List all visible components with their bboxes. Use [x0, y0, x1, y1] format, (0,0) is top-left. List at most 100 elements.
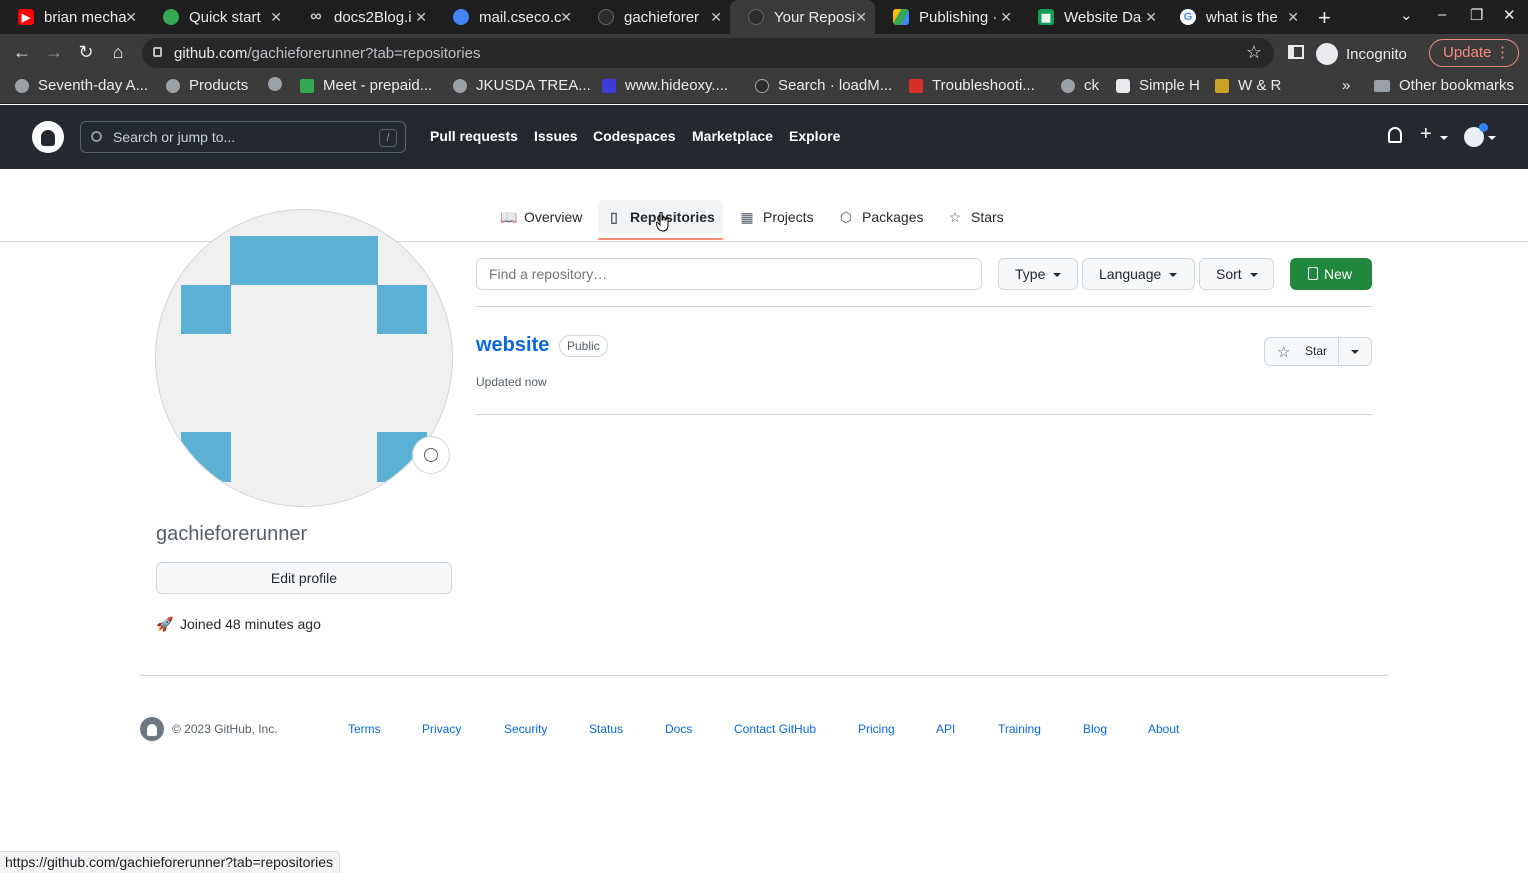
footer-link-security[interactable]: Security [504, 722, 547, 736]
search-placeholder: Search or jump to... [113, 129, 236, 145]
star-button[interactable]: ☆ Star [1264, 337, 1372, 366]
tab-packages[interactable]: ⬡ Packages [830, 200, 931, 234]
set-status-button[interactable] [412, 436, 450, 474]
new-tab-icon[interactable]: + [1318, 5, 1331, 31]
globe-icon [15, 78, 29, 93]
nav-marketplace[interactable]: Marketplace [692, 128, 773, 144]
bookmark-item[interactable]: www.hideoxy.... [602, 77, 728, 94]
chevron-down-icon [1053, 273, 1062, 278]
bookmark-item[interactable]: Meet - prepaid... [300, 77, 432, 94]
repo-icon: ▯ [610, 209, 618, 225]
github-logo-icon[interactable] [140, 717, 164, 741]
footer-link-blog[interactable]: Blog [1083, 722, 1107, 736]
bookmark-item[interactable]: Seventh-day A... [15, 77, 148, 94]
footer-link-about[interactable]: About [1148, 722, 1179, 736]
browser-tab[interactable]: G what is the ✕ [1162, 0, 1307, 34]
joined-info: 🚀 Joined 48 minutes ago [156, 616, 321, 632]
type-label: Type [1015, 266, 1046, 282]
home-icon[interactable]: ⌂ [107, 42, 129, 63]
close-icon[interactable]: ✕ [855, 9, 867, 26]
bell-icon[interactable] [1388, 127, 1402, 143]
lock-icon[interactable] [153, 47, 162, 57]
repository-link[interactable]: website [476, 334, 549, 357]
footer-link-api[interactable]: API [936, 722, 955, 736]
browser-tab[interactable]: gachieforer ✕ [580, 0, 730, 34]
back-icon[interactable]: ← [11, 42, 33, 63]
reload-icon[interactable]: ↻ [75, 42, 97, 63]
close-icon[interactable]: ✕ [710, 9, 722, 26]
footer-link-pricing[interactable]: Pricing [858, 722, 895, 736]
search-input[interactable]: Search or jump to... / [80, 121, 406, 153]
close-icon[interactable]: ✕ [560, 9, 572, 26]
edit-profile-button[interactable]: Edit profile [156, 562, 452, 594]
footer-link-docs[interactable]: Docs [665, 722, 692, 736]
footer-link-contact[interactable]: Contact GitHub [734, 722, 816, 736]
tab-stars[interactable]: ☆ Stars [939, 200, 1012, 234]
language-filter-button[interactable]: Language [1082, 258, 1195, 290]
browser-tab[interactable]: ∞ docs2Blog.i ✕ [290, 0, 435, 34]
chevron-down-icon [1249, 273, 1258, 278]
nav-codespaces[interactable]: Codespaces [593, 128, 675, 144]
browser-tab[interactable]: ▦ Website Da ✕ [1020, 0, 1165, 34]
window-close-icon[interactable]: ✕ [1503, 6, 1516, 24]
close-icon[interactable]: ✕ [1145, 9, 1157, 26]
bookmark-item[interactable]: JKUSDA TREA... [453, 77, 591, 94]
bookmark-item[interactable] [268, 77, 291, 91]
language-label: Language [1099, 266, 1162, 282]
browser-tab[interactable]: Publishing · ✕ [875, 0, 1020, 34]
bookmark-item[interactable]: Simple H [1116, 77, 1200, 94]
address-bar[interactable]: github.com/gachieforerunner?tab=reposito… [142, 38, 1274, 68]
bookmark-item[interactable]: ck [1061, 77, 1099, 94]
tab-search-icon[interactable]: ⌄ [1400, 6, 1413, 24]
close-icon[interactable]: ✕ [125, 9, 137, 26]
other-bookmarks[interactable]: Other bookmarks [1374, 77, 1514, 94]
nav-pull-requests[interactable]: Pull requests [430, 128, 518, 144]
close-icon[interactable]: ✕ [1000, 9, 1012, 26]
apple-icon [1116, 78, 1130, 93]
address-url[interactable]: github.com/gachieforerunner?tab=reposito… [174, 45, 480, 62]
close-icon[interactable]: ✕ [415, 9, 427, 26]
globe-icon [453, 78, 467, 93]
side-panel-icon[interactable] [1288, 45, 1304, 59]
bookmark-star-icon[interactable]: ☆ [1246, 42, 1262, 63]
bookmark-label: Simple H [1139, 77, 1200, 94]
tab-label: Repositories [630, 209, 715, 225]
find-repository-input[interactable] [476, 258, 982, 290]
github-logo-icon[interactable] [32, 121, 64, 153]
create-new-icon[interactable]: + [1420, 123, 1432, 146]
browser-tab-active[interactable]: Your Reposi ✕ [730, 0, 875, 34]
minimize-icon[interactable]: – [1438, 6, 1446, 23]
footer-link-privacy[interactable]: Privacy [422, 722, 461, 736]
bookmark-item[interactable]: W & R [1215, 77, 1281, 94]
close-icon[interactable]: ✕ [270, 9, 282, 26]
bookmarks-overflow-icon[interactable]: » [1342, 77, 1350, 94]
forward-icon[interactable]: → [43, 42, 65, 63]
update-label: Update [1443, 44, 1492, 61]
type-filter-button[interactable]: Type [998, 258, 1078, 290]
update-button[interactable]: Update ⋮ [1429, 39, 1519, 67]
tab-projects[interactable]: ▦ Projects [731, 200, 822, 234]
avatar[interactable] [1464, 123, 1488, 147]
sort-button[interactable]: Sort [1199, 258, 1274, 290]
bookmark-item[interactable]: Search · loadM... [755, 77, 892, 94]
browser-tab-title: gachieforer [624, 8, 700, 26]
nav-explore[interactable]: Explore [789, 128, 840, 144]
bookmark-item[interactable]: Products [166, 77, 248, 94]
close-icon[interactable]: ✕ [1287, 9, 1299, 26]
footer-link-training[interactable]: Training [998, 722, 1041, 736]
chevron-down-icon[interactable] [1351, 350, 1359, 354]
profile-avatar[interactable] [155, 209, 453, 507]
button-divider [1338, 338, 1339, 365]
nav-issues[interactable]: Issues [534, 128, 578, 144]
browser-tab[interactable]: mail.cseco.c ✕ [435, 0, 580, 34]
bookmark-label: JKUSDA TREA... [476, 77, 591, 94]
browser-tab[interactable]: ▶ brian mecha ✕ [0, 0, 145, 34]
footer-link-terms[interactable]: Terms [348, 722, 381, 736]
bookmark-item[interactable]: Troubleshooti... [909, 77, 1035, 94]
tab-overview[interactable]: 📖 Overview [492, 200, 590, 234]
restore-icon[interactable]: ❐ [1470, 6, 1483, 24]
new-repository-button[interactable]: New [1290, 258, 1372, 290]
incognito-indicator[interactable]: Incognito [1316, 43, 1407, 65]
footer-link-status[interactable]: Status [589, 722, 623, 736]
browser-tab[interactable]: Quick start ✕ [145, 0, 290, 34]
